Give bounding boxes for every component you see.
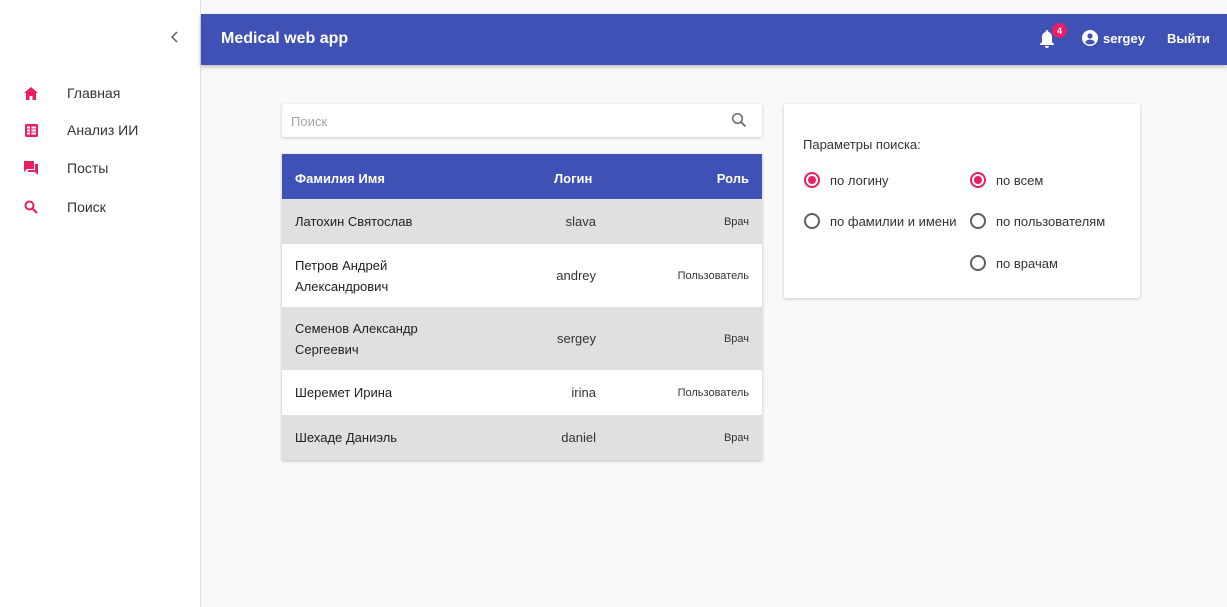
cell-name: Шехаде Даниэль: [295, 430, 398, 445]
table-row[interactable]: Петров Андрей Александрович andrey Польз…: [282, 244, 762, 307]
radio-label: по логину: [830, 172, 889, 188]
collapse-sidebar-button[interactable]: [164, 26, 186, 48]
cell-role: Пользователь: [677, 270, 749, 282]
radio-by-name[interactable]: по фамилии и имени: [804, 213, 956, 229]
cell-login: sergey: [556, 331, 596, 346]
cell-login: daniel: [561, 430, 596, 445]
cell-role: Врач: [723, 432, 749, 444]
cell-role: Врач: [723, 333, 749, 345]
assessment-icon: [23, 122, 39, 138]
cell-name: Шеремет Ирина: [295, 385, 393, 400]
radio-label: по пользователям: [996, 213, 1106, 229]
sidebar-item-home[interactable]: Главная: [0, 74, 200, 112]
search-input[interactable]: [291, 110, 711, 132]
search-params-title: Параметры поиска:: [803, 137, 921, 152]
cell-name: Латохин Святослав: [295, 214, 413, 229]
search-icon: [23, 199, 39, 215]
table-row[interactable]: Шеремет Ирина irina Пользователь: [282, 370, 762, 415]
user-menu[interactable]: sergey: [1082, 30, 1145, 46]
account-circle-icon: [1082, 30, 1098, 46]
radio-circle: [804, 172, 820, 188]
radio-doctors[interactable]: по врачам: [970, 255, 1058, 271]
radio-label: по врачам: [996, 255, 1058, 271]
table-row[interactable]: Семенов Александр Сергеевич sergey Врач: [282, 307, 762, 370]
sidebar: Главная Анализ ИИ Посты Поиск: [0, 0, 201, 607]
radio-circle: [970, 255, 986, 271]
search-params-card: Параметры поиска: по логину по фамилии и…: [784, 104, 1140, 298]
radio-label: по фамилии и имени: [830, 213, 957, 229]
radio-label: по всем: [996, 172, 1044, 188]
app-bar: Medical web app 4 sergey Выйти: [201, 14, 1227, 65]
username: sergey: [1103, 30, 1145, 46]
sidebar-item-posts[interactable]: Посты: [0, 149, 200, 187]
home-icon: [23, 85, 39, 101]
table-row[interactable]: Латохин Святослав slava Врач: [282, 199, 762, 244]
table-row[interactable]: Шехаде Даниэль daniel Врач: [282, 415, 762, 460]
sidebar-item-label: Посты: [67, 160, 109, 176]
cell-name: Семенов Александр Сергеевич: [295, 321, 418, 357]
sidebar-item-search[interactable]: Поиск: [0, 188, 200, 226]
forum-icon: [23, 160, 39, 176]
cell-login: slava: [565, 214, 596, 229]
radio-by-login[interactable]: по логину: [804, 172, 889, 188]
sidebar-item-label: Анализ ИИ: [67, 122, 139, 138]
column-header-role[interactable]: Роль: [717, 171, 749, 186]
app-title: Medical web app: [221, 30, 349, 47]
sidebar-item-label: Поиск: [67, 199, 106, 215]
notifications-badge: 4: [1052, 23, 1067, 38]
radio-circle: [970, 213, 986, 229]
cell-role: Пользователь: [677, 387, 749, 399]
radio-all[interactable]: по всем: [970, 172, 1043, 188]
sidebar-item-label: Главная: [67, 85, 121, 101]
logout-button[interactable]: Выйти: [1167, 31, 1210, 46]
cell-role: Врач: [723, 216, 749, 228]
search-icon[interactable]: [731, 112, 747, 133]
cell-login: irina: [571, 385, 596, 400]
sidebar-item-analysis[interactable]: Анализ ИИ: [0, 111, 200, 149]
cell-login: andrey: [556, 268, 596, 283]
cell-name: Петров Андрей Александрович: [295, 258, 389, 294]
radio-users[interactable]: по пользователям: [970, 213, 1105, 229]
search-box: [282, 104, 762, 137]
radio-circle: [804, 213, 820, 229]
column-header-login[interactable]: Логин: [554, 171, 592, 186]
results-table: Фамилия Имя Логин Роль Латохин Святослав…: [282, 154, 762, 460]
column-header-name[interactable]: Фамилия Имя: [295, 171, 385, 186]
radio-circle: [970, 172, 986, 188]
chevron-left-icon: [171, 31, 178, 43]
table-header: Фамилия Имя Логин Роль: [282, 154, 762, 199]
